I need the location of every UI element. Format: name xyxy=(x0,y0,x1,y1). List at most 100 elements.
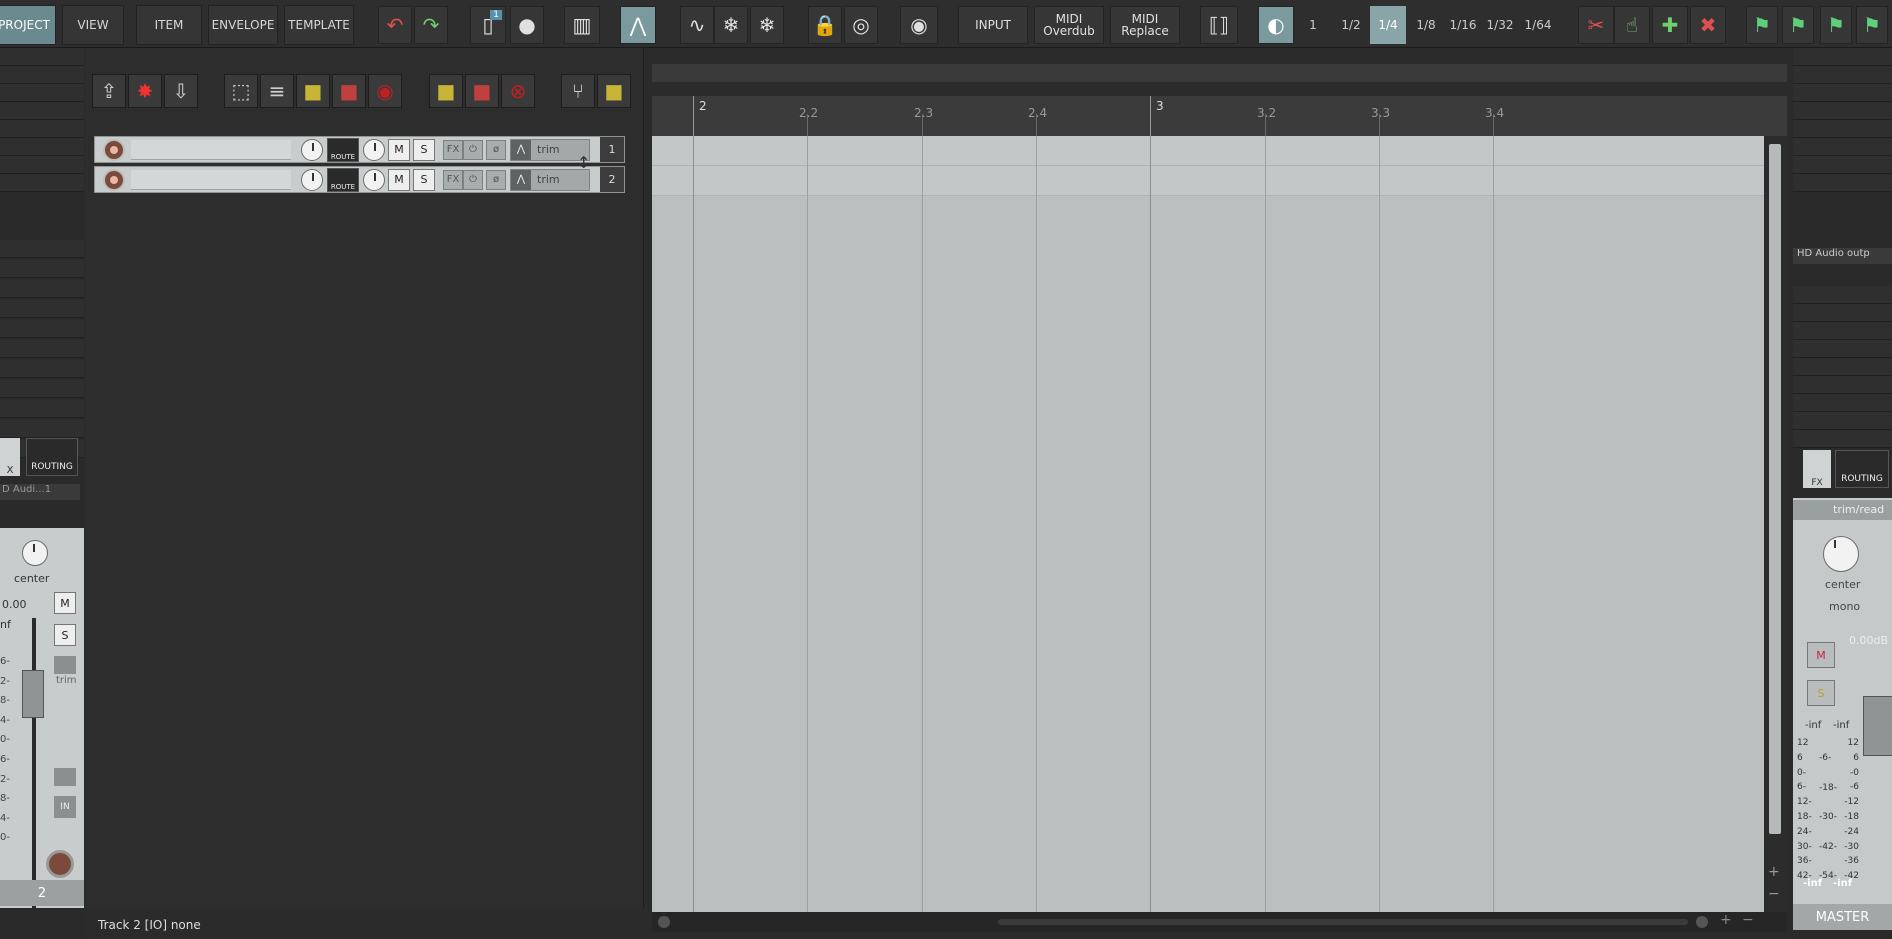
cut-envelope-button[interactable]: ✂ xyxy=(1578,6,1614,44)
master-routing-button[interactable]: ROUTING xyxy=(1835,450,1889,488)
track-row-1[interactable]: ROUTE M S FX ⏻ ø ⋀ trim 1 xyxy=(94,136,625,163)
master-mono-label[interactable]: mono xyxy=(1829,600,1860,613)
unsolo-all-button[interactable]: ■ xyxy=(429,74,463,108)
input-button[interactable]: INPUT xyxy=(958,6,1028,44)
tab-item[interactable]: ITEM xyxy=(136,5,202,45)
marker-button[interactable]: ⚑ xyxy=(1746,6,1778,44)
timeline-ruler[interactable]: 2 2.2 2.3 2.4 3 3.2 3.3 3.4 xyxy=(652,96,1787,136)
left-fx-button[interactable]: X xyxy=(0,438,20,476)
fx-bypass-button[interactable]: ⏻ xyxy=(463,139,483,160)
h-zoom-out-icon[interactable]: − xyxy=(1742,912,1754,928)
route-button[interactable]: ⑂ xyxy=(561,74,595,108)
master-fader-handle[interactable] xyxy=(1863,696,1892,756)
left-record-arm[interactable] xyxy=(46,850,74,878)
h-zoom-in-icon[interactable]: + xyxy=(1720,912,1732,928)
unfreeze-button[interactable]: ❄ xyxy=(750,6,784,44)
scroll-left-icon[interactable] xyxy=(658,916,670,928)
group-button[interactable]: ■ xyxy=(597,74,631,108)
vertical-scrollbar[interactable]: + − xyxy=(1764,136,1786,912)
master-automation-mode[interactable]: trim/read xyxy=(1793,500,1892,520)
grid-1-16-button[interactable]: 1/16 xyxy=(1444,6,1482,44)
left-fader-handle[interactable] xyxy=(22,670,44,718)
vertical-scroll-thumb[interactable] xyxy=(1769,144,1781,834)
import-button[interactable]: ⇪ xyxy=(92,74,126,108)
ripple-edit-button[interactable]: ⟦⟧ xyxy=(1200,6,1238,44)
comment-button[interactable]: ● xyxy=(510,6,544,44)
grid-1-4-button[interactable]: 1/4 xyxy=(1370,6,1406,44)
solo-button[interactable]: S xyxy=(413,168,435,191)
phase-button[interactable]: ø xyxy=(486,139,506,160)
mute-button[interactable]: M xyxy=(388,138,410,161)
solo-all-button[interactable]: ■ xyxy=(296,74,330,108)
master-pan-knob[interactable] xyxy=(1823,536,1859,572)
grid-1-button[interactable]: 1 xyxy=(1298,6,1328,44)
route-button[interactable]: ROUTE xyxy=(327,167,359,192)
track-name-field[interactable] xyxy=(131,169,291,190)
tab-template[interactable]: TEMPLATE xyxy=(284,5,354,45)
unmute-all-button[interactable]: ■ xyxy=(465,74,499,108)
fx-button[interactable]: FX xyxy=(443,139,463,160)
metronome-button[interactable]: ◉ xyxy=(900,6,938,44)
mute-all-button[interactable]: ■ xyxy=(332,74,366,108)
mute-button[interactable]: M xyxy=(388,168,410,191)
marker-add-button[interactable]: ⚑ xyxy=(1856,6,1888,44)
phase-button[interactable]: ø xyxy=(486,169,506,190)
left-envelope-button[interactable] xyxy=(54,656,76,674)
new-project-button[interactable]: ▯ 1 xyxy=(470,6,506,44)
left-solo-button[interactable]: S xyxy=(54,624,76,646)
grid-1-32-button[interactable]: 1/32 xyxy=(1481,6,1519,44)
fx-button[interactable]: FX xyxy=(443,169,463,190)
timeline-bar[interactable] xyxy=(652,64,1787,82)
explode-button[interactable]: ✸ xyxy=(128,74,162,108)
redo-button[interactable]: ↷ xyxy=(414,6,448,44)
record-arm-button[interactable] xyxy=(103,168,125,191)
scroll-right-icon[interactable] xyxy=(1696,916,1708,928)
track-name-field[interactable] xyxy=(131,139,291,160)
master-mute-button[interactable]: M xyxy=(1807,642,1835,668)
zoom-out-icon[interactable]: − xyxy=(1768,886,1780,902)
grid-1-2-button[interactable]: 1/2 xyxy=(1333,6,1369,44)
record-arm-button[interactable] xyxy=(103,138,125,161)
unarm-all-button[interactable]: ⊗ xyxy=(501,74,535,108)
auto-crossfade-button[interactable]: ⋀ xyxy=(620,6,656,44)
left-pan-knob[interactable] xyxy=(22,540,48,566)
tab-view[interactable]: VIEW xyxy=(62,5,124,45)
pointer-envelope-button[interactable]: ☝ xyxy=(1614,6,1650,44)
zoom-in-icon[interactable]: + xyxy=(1768,864,1780,880)
waveform-button[interactable]: ∿ xyxy=(680,6,714,44)
add-point-button[interactable]: ✚ xyxy=(1652,6,1688,44)
left-play-button[interactable] xyxy=(54,768,76,786)
track-lane-2[interactable] xyxy=(652,166,1764,196)
midi-overdub-button[interactable]: MIDI Overdub xyxy=(1034,6,1104,44)
master-output-label[interactable]: HD Audio outp xyxy=(1793,248,1892,264)
marker-next-button[interactable]: ⚑ xyxy=(1782,6,1814,44)
grid-1-64-button[interactable]: 1/64 xyxy=(1519,6,1557,44)
undo-button[interactable]: ↶ xyxy=(378,6,412,44)
metronome-settings-button[interactable]: ◎ xyxy=(844,6,878,44)
lock-button[interactable]: 🔒 xyxy=(808,6,842,44)
tab-project[interactable]: PROJECT xyxy=(0,5,56,45)
horizontal-scroll-thumb[interactable] xyxy=(998,919,1688,925)
snap-button[interactable]: ◐ xyxy=(1258,6,1294,44)
master-solo-button[interactable]: S xyxy=(1807,680,1835,706)
mixer-button[interactable]: ▥ xyxy=(564,6,600,44)
volume-knob[interactable] xyxy=(301,138,323,161)
tab-envelope[interactable]: ENVELOPE xyxy=(208,5,278,45)
remove-point-button[interactable]: ✖ xyxy=(1690,6,1726,44)
track-row-2[interactable]: ROUTE M S FX ⏻ ø ⋀ trim 2 xyxy=(94,166,625,193)
solo-button[interactable]: S xyxy=(413,138,435,161)
left-in-button[interactable]: IN xyxy=(54,796,76,818)
horizontal-scrollbar[interactable]: + − xyxy=(652,912,1787,932)
align-button[interactable]: ≡ xyxy=(260,74,294,108)
grid-1-8-button[interactable]: 1/8 xyxy=(1408,6,1444,44)
master-fx-button[interactable]: FX xyxy=(1803,450,1831,488)
select-all-button[interactable]: ⬚ xyxy=(224,74,258,108)
midi-replace-button[interactable]: MIDI Replace xyxy=(1110,6,1180,44)
marker-prev-button[interactable]: ⚑ xyxy=(1820,6,1852,44)
export-button[interactable]: ⇩ xyxy=(164,74,198,108)
record-arm-all-button[interactable]: ◉ xyxy=(368,74,402,108)
left-io-label[interactable]: D Audi...1 xyxy=(0,484,80,500)
pan-knob[interactable] xyxy=(363,168,385,191)
freeze-button[interactable]: ❄ xyxy=(714,6,748,44)
left-routing-button[interactable]: ROUTING xyxy=(26,438,78,476)
